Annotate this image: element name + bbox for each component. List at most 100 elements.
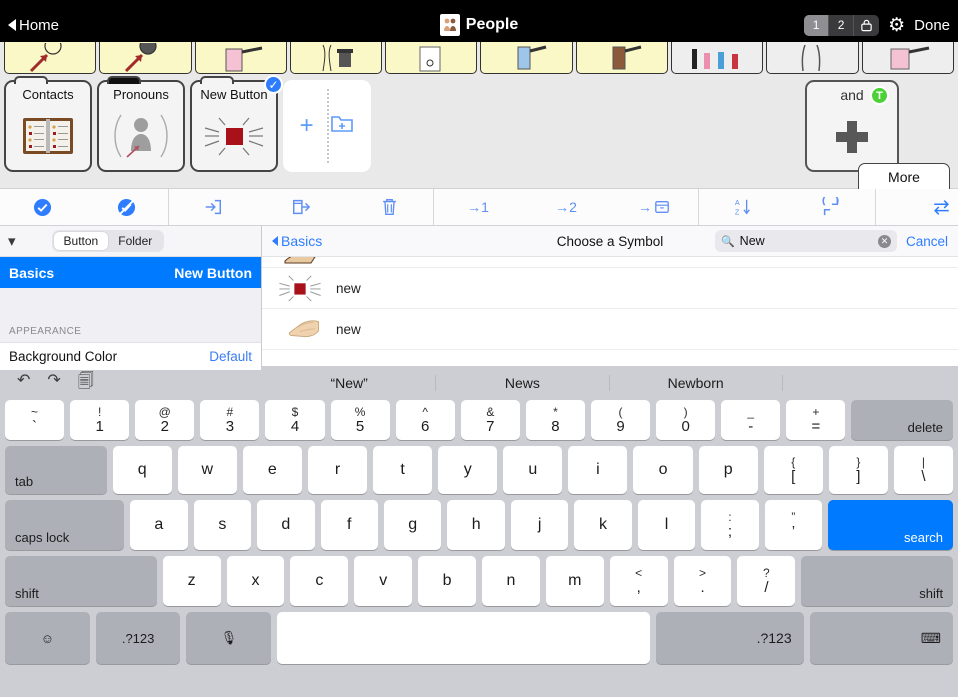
redo-icon[interactable]: ↷ [47, 370, 60, 397]
home-back-button[interactable]: Home [8, 17, 59, 34]
key-tab[interactable]: tab [5, 446, 107, 494]
key-delete[interactable]: delete [851, 400, 954, 440]
swap-button[interactable] [876, 189, 958, 225]
undo-icon[interactable]: ↶ [17, 370, 30, 397]
segment-button[interactable]: Button [53, 232, 109, 250]
prediction-word[interactable]: “New” [263, 375, 437, 391]
key-shift[interactable]: shift [801, 556, 954, 606]
prediction-word[interactable]: Newborn [610, 375, 783, 391]
deselect-all-button[interactable] [84, 189, 168, 225]
key-[interactable]: | \ [893, 446, 954, 494]
key-[interactable]: ⌨ [809, 612, 953, 664]
page-selector[interactable]: 1 2 [804, 14, 880, 36]
move-to-store-button[interactable]: → [610, 189, 698, 225]
refresh-button[interactable] [787, 189, 875, 225]
key-[interactable]: ~ ` [5, 400, 65, 440]
grid-cell[interactable] [575, 42, 669, 74]
key-search[interactable]: search [828, 500, 954, 550]
prediction-word[interactable]: News [436, 375, 610, 391]
key-c[interactable]: c [290, 556, 349, 606]
list-item[interactable] [262, 257, 958, 268]
cancel-button[interactable]: Cancel [906, 234, 948, 249]
key-x[interactable]: x [226, 556, 285, 606]
grid-cell[interactable] [861, 42, 954, 74]
key-e[interactable]: e [242, 446, 302, 494]
row-background-color[interactable]: Background Color Default [0, 342, 261, 370]
key-capslock[interactable]: caps lock [5, 500, 125, 550]
key-z[interactable]: z [162, 556, 221, 606]
key-f[interactable]: f [320, 500, 378, 550]
back-to-basics-button[interactable]: Basics [272, 233, 322, 249]
key-w[interactable]: w [177, 446, 237, 494]
grid-cell[interactable] [766, 42, 859, 74]
key-[interactable]: <, [609, 556, 668, 606]
key-[interactable]: ☺ [5, 612, 90, 664]
key-b[interactable]: b [418, 556, 477, 606]
key-o[interactable]: o [633, 446, 693, 494]
key-[interactable]: 🎙 [186, 612, 272, 664]
button-and[interactable]: T and [805, 80, 899, 172]
folder-new-button[interactable]: ✓ New Button [190, 75, 283, 172]
key-r[interactable]: r [307, 446, 368, 494]
select-all-button[interactable] [0, 189, 84, 225]
key-123[interactable]: .?123 [95, 612, 181, 664]
page-tab-1[interactable]: 1 [804, 14, 830, 36]
key-[interactable]: >. [673, 556, 732, 606]
key-j[interactable]: j [510, 500, 569, 550]
key-a[interactable]: a [130, 500, 188, 550]
key-7[interactable]: & 7 [460, 400, 520, 440]
list-item[interactable]: new [262, 268, 958, 309]
key-space[interactable] [277, 612, 651, 664]
folder-contacts[interactable]: Contacts [4, 76, 92, 172]
move-to-page-2-button[interactable]: → 2 [522, 189, 610, 225]
key-k[interactable]: k [574, 500, 632, 550]
key-6[interactable]: ^ 6 [395, 400, 455, 440]
key-m[interactable]: m [545, 556, 604, 606]
key-1[interactable]: ! 1 [70, 400, 130, 440]
key-n[interactable]: n [482, 556, 540, 606]
grid-cell[interactable] [480, 42, 573, 74]
key-[interactable]: ”’ [764, 500, 823, 550]
key-[interactable]: }] [828, 446, 888, 494]
key-h[interactable]: h [447, 500, 505, 550]
clear-icon[interactable]: ✕ [877, 234, 891, 248]
delete-button[interactable] [345, 189, 433, 225]
segment-folder[interactable]: Folder [108, 232, 162, 250]
search-input[interactable]: 🔍 New ✕ [714, 230, 897, 252]
key-[interactable]: + = [786, 400, 846, 440]
grid-cell[interactable] [4, 42, 97, 74]
key-123[interactable]: .?123 [656, 612, 804, 664]
page-tab-2[interactable]: 2 [829, 14, 855, 36]
folder-pronouns[interactable]: Pronouns [97, 76, 185, 172]
lock-icon[interactable] [854, 15, 879, 36]
done-button[interactable]: Done [914, 17, 950, 34]
grid-cell[interactable] [671, 42, 764, 74]
key-y[interactable]: y [438, 446, 498, 494]
new-folder-icon[interactable] [330, 112, 354, 141]
key-[interactable]: ? / [737, 556, 796, 606]
key-9[interactable]: (9 [590, 400, 651, 440]
key-0[interactable]: ) 0 [656, 400, 716, 440]
grid-cell[interactable] [194, 42, 287, 74]
sort-button[interactable]: AZ [699, 189, 787, 225]
key-d[interactable]: d [257, 500, 315, 550]
key-t[interactable]: t [373, 446, 433, 494]
key-i[interactable]: i [568, 446, 628, 494]
key-5[interactable]: % 5 [330, 400, 390, 440]
more-button[interactable]: More [858, 163, 950, 189]
key-l[interactable]: l [637, 500, 696, 550]
key-u[interactable]: u [503, 446, 563, 494]
key-g[interactable]: g [383, 500, 442, 550]
grid-cell[interactable] [289, 42, 383, 74]
key-v[interactable]: v [354, 556, 413, 606]
chevron-down-icon[interactable]: ▾ [8, 232, 16, 250]
key-2[interactable]: @2 [135, 400, 195, 440]
gear-icon[interactable]: ⚙ [888, 16, 905, 35]
grid-cell[interactable] [385, 42, 478, 74]
key-p[interactable]: p [698, 446, 758, 494]
key-4[interactable]: $4 [265, 400, 325, 440]
move-to-page-1-button[interactable]: → 1 [434, 189, 522, 225]
key-[interactable]: _ - [721, 400, 781, 440]
add-cell[interactable]: + [283, 80, 371, 172]
key-q[interactable]: q [112, 446, 172, 494]
